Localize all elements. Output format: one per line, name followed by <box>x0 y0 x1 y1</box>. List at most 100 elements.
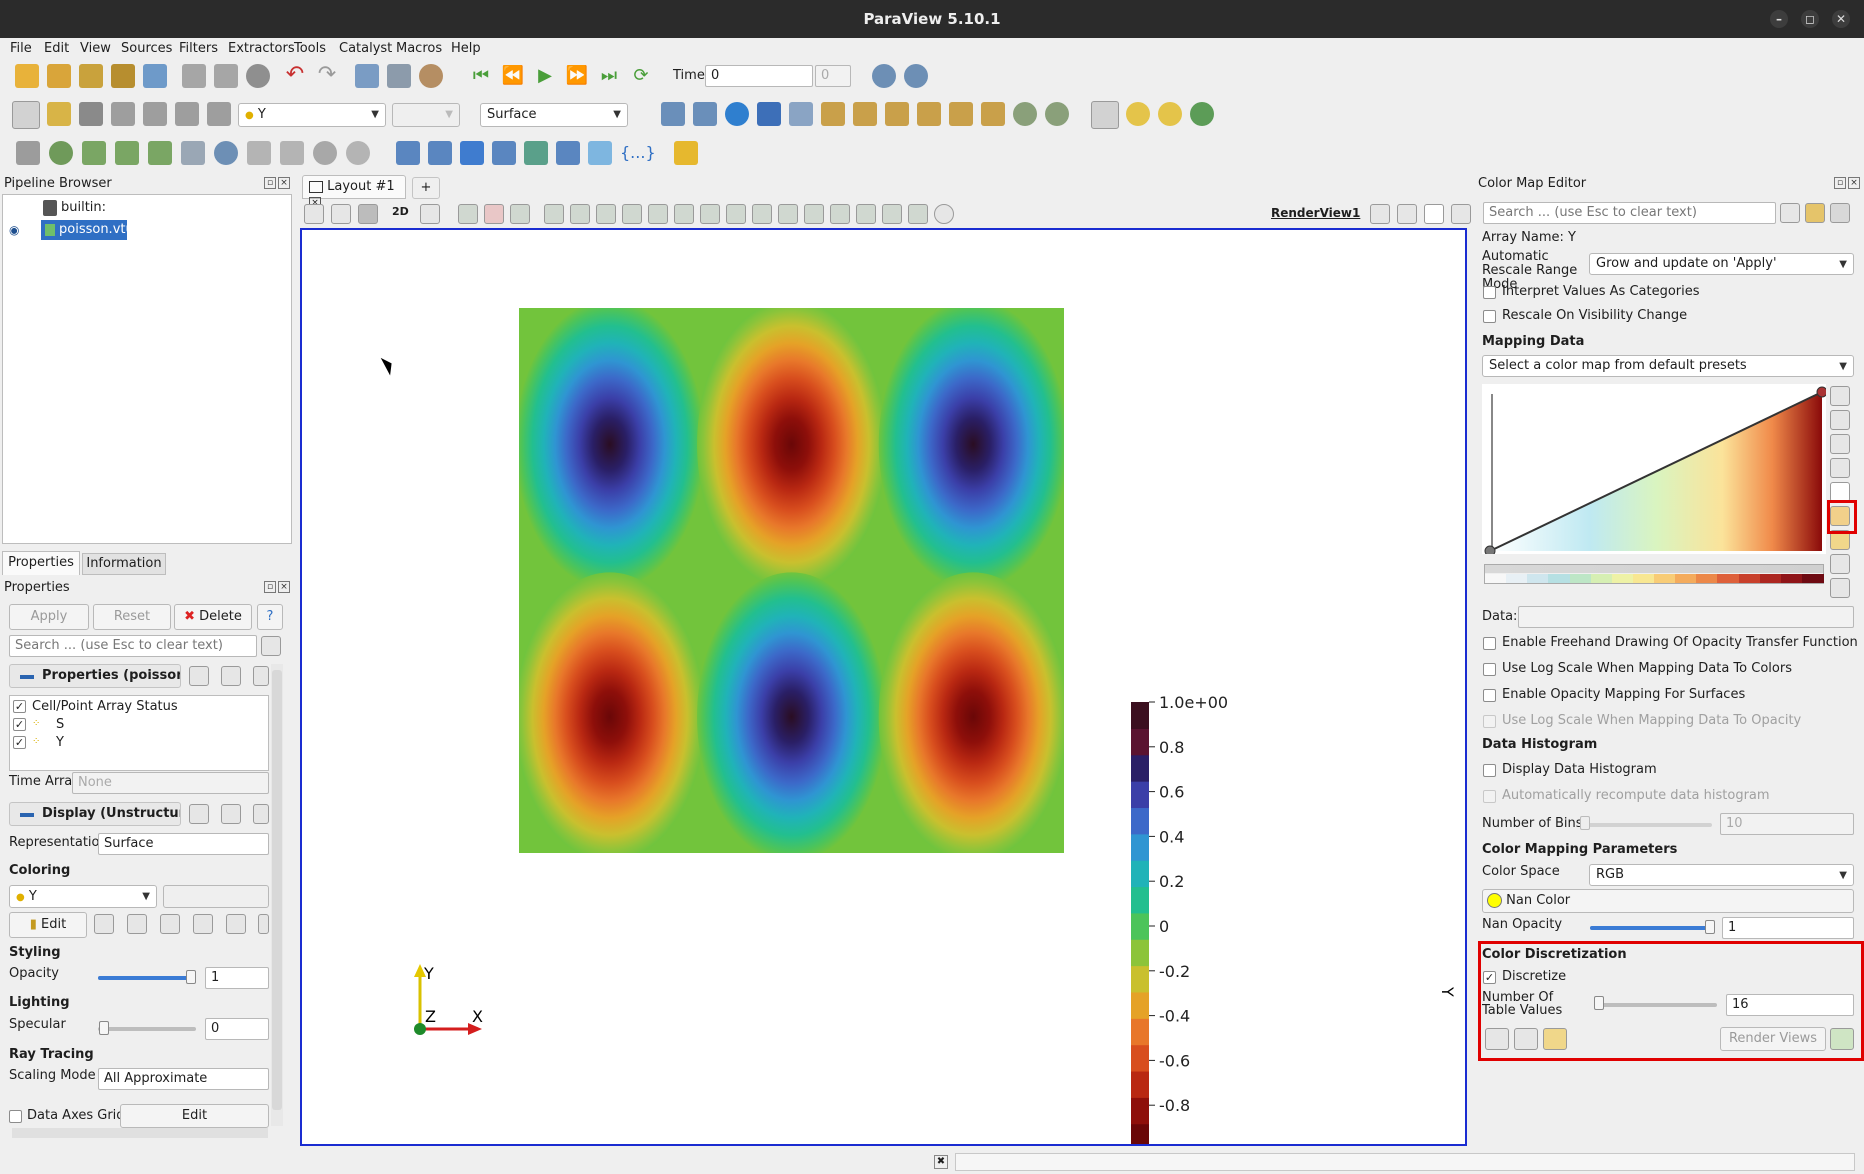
reload-display-icon[interactable] <box>253 804 269 824</box>
contour-icon[interactable] <box>49 141 73 165</box>
color-transfer-bar[interactable] <box>1484 564 1824 584</box>
menu-tools[interactable]: Tools <box>294 41 326 56</box>
open-recent-icon[interactable] <box>47 64 71 88</box>
warp-vector-icon[interactable] <box>280 141 304 165</box>
pipeline-item-poisson[interactable]: poisson.vtu <box>41 220 134 240</box>
advanced-settings-gear-icon[interactable] <box>261 636 281 656</box>
rescale-temporal-icon[interactable] <box>193 914 213 934</box>
rotate-minus90-icon[interactable] <box>1045 102 1069 126</box>
menu-help[interactable]: Help <box>451 41 481 56</box>
log-opacity-checkbox[interactable] <box>1483 715 1496 728</box>
previous-frame-icon[interactable]: ⏪ <box>501 64 525 88</box>
close-panel-icon[interactable]: × <box>278 581 290 593</box>
undo-icon[interactable]: ↶ <box>283 64 307 88</box>
coloring-array-combo[interactable]: ● Y ▼ <box>238 103 386 127</box>
view-plus-y-icon[interactable] <box>885 102 909 126</box>
interactive-select-icon[interactable] <box>570 204 590 224</box>
bins-slider[interactable] <box>1582 823 1712 827</box>
table-values-input[interactable]: 16 <box>1726 994 1854 1016</box>
center-axes-toggle-icon[interactable] <box>1091 101 1119 129</box>
menu-sources[interactable]: Sources <box>121 41 172 56</box>
auto-render-icon[interactable] <box>1830 1028 1854 1050</box>
query-advanced-icon[interactable] <box>856 204 876 224</box>
reset-session-icon[interactable] <box>246 64 270 88</box>
scaling-mode-select[interactable]: All Approximate <box>98 1068 269 1090</box>
reset-camera-closest-icon[interactable] <box>693 102 717 126</box>
undock-icon[interactable]: ▫ <box>1834 177 1846 189</box>
rescale-visible-range-icon[interactable] <box>1830 458 1850 478</box>
scrollbar-thumb[interactable] <box>272 670 282 1110</box>
rescale-visible-icon[interactable] <box>175 102 199 126</box>
histogram-icon[interactable] <box>460 141 484 165</box>
glyph-icon[interactable] <box>214 141 238 165</box>
rescale-data-range-icon[interactable] <box>1830 386 1850 406</box>
help-button[interactable]: ? <box>257 604 283 630</box>
apply-button[interactable]: Apply <box>9 604 89 630</box>
section-properties-header[interactable]: Properties (poisson.vtu) <box>9 664 181 688</box>
properties-hscrollbar[interactable] <box>12 1128 268 1138</box>
load-state-icon[interactable] <box>214 64 238 88</box>
reset-button[interactable]: Reset <box>93 604 171 630</box>
loop-icon[interactable]: ⟳ <box>629 64 653 88</box>
camera-undo-icon[interactable] <box>355 64 379 88</box>
bins-slider-handle[interactable] <box>1580 816 1590 830</box>
view-minus-z-icon[interactable] <box>981 102 1005 126</box>
zoom-closest-icon[interactable] <box>904 64 928 88</box>
paste-properties-icon[interactable] <box>221 666 241 686</box>
edit-color-legend-icon[interactable] <box>1830 554 1850 574</box>
save-data-icon[interactable] <box>79 64 103 88</box>
opacity-slider[interactable] <box>98 976 196 980</box>
table-values-slider[interactable] <box>1597 1003 1717 1007</box>
favorite-colormap-icon[interactable] <box>226 914 246 934</box>
view-plus-z-icon[interactable] <box>949 102 973 126</box>
palette-icon[interactable] <box>419 64 443 88</box>
rescale-custom-range-icon[interactable] <box>1830 410 1850 430</box>
maximize-button[interactable]: ◻ <box>1801 10 1819 28</box>
zoom-to-box-icon[interactable] <box>757 102 781 126</box>
select-block-icon[interactable] <box>544 204 564 224</box>
component-combo[interactable]: ▼ <box>392 103 460 127</box>
edit-colormap-icon[interactable] <box>47 102 71 126</box>
group-datasets-icon[interactable] <box>313 141 337 165</box>
opacity-slider-handle[interactable] <box>186 970 196 984</box>
clip-icon[interactable] <box>82 141 106 165</box>
stream-tracer-icon[interactable] <box>247 141 271 165</box>
pipeline-item-builtin[interactable]: builtin: <box>61 200 106 215</box>
cme-search-input[interactable]: Search ... (use Esc to clear text) <box>1483 202 1776 224</box>
shrink-selection-icon[interactable] <box>700 204 720 224</box>
close-view-icon[interactable] <box>1451 204 1471 224</box>
tab-information[interactable]: Information <box>82 553 166 575</box>
clear-selection-icon[interactable] <box>726 204 746 224</box>
render-views-button[interactable]: Render Views <box>1720 1027 1826 1051</box>
layout-tab[interactable]: Layout #1 × <box>302 175 406 209</box>
add-layout-tab-button[interactable]: + <box>412 177 440 199</box>
split-vertical-icon[interactable] <box>1397 204 1417 224</box>
section-display-header[interactable]: Display (UnstructuredGrid) <box>9 802 181 826</box>
grow-selection-icon[interactable] <box>674 204 694 224</box>
extract-level-icon[interactable] <box>346 141 370 165</box>
coloring-component-select[interactable] <box>163 885 269 908</box>
copy-display-icon[interactable] <box>189 804 209 824</box>
calculator-icon[interactable] <box>16 141 40 165</box>
rescale-custom-icon[interactable] <box>160 914 180 934</box>
menu-extractors[interactable]: Extractors <box>228 41 295 56</box>
menu-view[interactable]: View <box>80 41 111 56</box>
data-value-field[interactable] <box>1518 606 1854 628</box>
tab-properties[interactable]: Properties <box>2 551 80 575</box>
toggle-color-legend-icon[interactable] <box>12 101 40 129</box>
opacity-surfaces-checkbox[interactable] <box>1483 689 1496 702</box>
interactive-zoom-icon[interactable] <box>789 102 813 126</box>
opacity-transfer-editor[interactable] <box>1482 384 1826 554</box>
last-frame-icon[interactable]: ⏭ <box>597 64 621 88</box>
select-polygon-icon[interactable] <box>596 204 616 224</box>
reset-center-icon[interactable] <box>1158 102 1182 126</box>
plot-over-line-icon[interactable] <box>396 141 420 165</box>
view-minus-y-icon[interactable] <box>917 102 941 126</box>
rescale-temporal-icon[interactable] <box>143 102 167 126</box>
menu-edit[interactable]: Edit <box>44 41 69 56</box>
rescale-data-icon[interactable] <box>127 914 147 934</box>
hover-points-icon[interactable] <box>622 204 642 224</box>
render-view[interactable]: Y Z X 1.0e+00 0.8 0.6 0.4 0.2 0 -0.2 -0.4 -0.6 -0… <box>300 228 1467 1146</box>
array-status-checkbox[interactable]: ✓ <box>13 700 26 713</box>
hover-cells-icon[interactable] <box>648 204 668 224</box>
